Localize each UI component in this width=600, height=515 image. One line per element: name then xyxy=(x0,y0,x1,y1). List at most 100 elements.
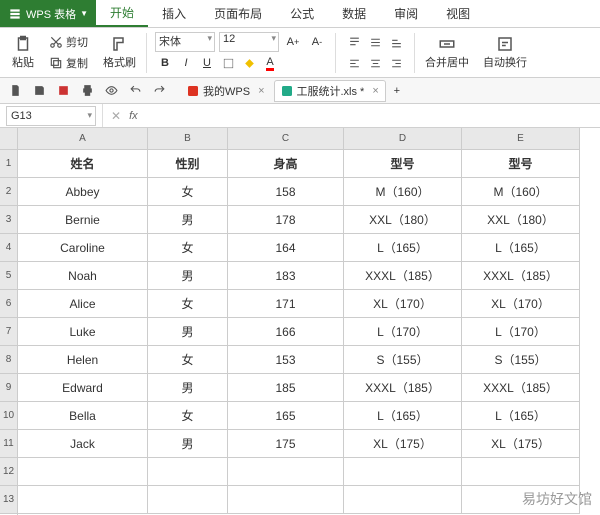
cell[interactable]: 女 xyxy=(148,178,228,206)
cell[interactable]: 姓名 xyxy=(18,150,148,178)
doc-tab-wps-home[interactable]: 我的WPS × xyxy=(180,80,272,102)
cell[interactable]: 153 xyxy=(228,346,344,374)
cell[interactable]: 男 xyxy=(148,206,228,234)
tab-data[interactable]: 数据 xyxy=(328,0,380,27)
doc-tab-workbook[interactable]: 工服统计.xls * × xyxy=(274,80,386,102)
cell[interactable]: S（155） xyxy=(344,346,462,374)
cell[interactable]: Bella xyxy=(18,402,148,430)
row-header[interactable]: 9 xyxy=(0,374,17,402)
cell[interactable]: L（165） xyxy=(344,402,462,430)
cell[interactable]: XL（175） xyxy=(462,430,580,458)
col-header-b[interactable]: B xyxy=(148,128,228,150)
cell[interactable]: S（155） xyxy=(462,346,580,374)
cell[interactable]: M（160） xyxy=(344,178,462,206)
cell[interactable]: XXXL（185） xyxy=(344,262,462,290)
cell[interactable]: XL（170） xyxy=(462,290,580,318)
row-header[interactable]: 6 xyxy=(0,290,17,318)
tab-insert[interactable]: 插入 xyxy=(148,0,200,27)
cell[interactable]: 178 xyxy=(228,206,344,234)
cell[interactable]: 女 xyxy=(148,234,228,262)
cell[interactable]: Helen xyxy=(18,346,148,374)
row-header[interactable]: 3 xyxy=(0,206,17,234)
cell[interactable]: Luke xyxy=(18,318,148,346)
row-header[interactable]: 5 xyxy=(0,262,17,290)
preview-button[interactable] xyxy=(102,82,120,100)
cell[interactable]: XXL（180） xyxy=(462,206,580,234)
cell[interactable]: 男 xyxy=(148,262,228,290)
align-right-button[interactable] xyxy=(386,53,406,73)
cell[interactable]: 171 xyxy=(228,290,344,318)
dropdown-icon[interactable]: ▼ xyxy=(80,9,88,18)
font-size-select[interactable]: 12 xyxy=(219,32,279,52)
cell[interactable]: XXXL（185） xyxy=(462,374,580,402)
new-button[interactable] xyxy=(6,82,24,100)
redo-button[interactable] xyxy=(150,82,168,100)
cell[interactable]: 男 xyxy=(148,430,228,458)
cell[interactable]: 性别 xyxy=(148,150,228,178)
cell[interactable] xyxy=(228,458,344,486)
add-tab-button[interactable]: + xyxy=(388,82,406,100)
close-icon[interactable]: × xyxy=(372,85,378,97)
cell[interactable]: 165 xyxy=(228,402,344,430)
font-color-button[interactable]: A xyxy=(260,53,280,73)
bold-button[interactable]: B xyxy=(155,53,175,73)
cell[interactable]: 183 xyxy=(228,262,344,290)
cell[interactable]: XXXL（185） xyxy=(462,262,580,290)
cell[interactable]: 164 xyxy=(228,234,344,262)
print-button[interactable] xyxy=(78,82,96,100)
cell[interactable]: 185 xyxy=(228,374,344,402)
align-middle-button[interactable] xyxy=(365,32,385,52)
cell[interactable]: 型号 xyxy=(462,150,580,178)
cell[interactable] xyxy=(148,486,228,514)
cell[interactable]: Noah xyxy=(18,262,148,290)
cell[interactable]: Bernie xyxy=(18,206,148,234)
cell[interactable]: Edward xyxy=(18,374,148,402)
row-header[interactable]: 7 xyxy=(0,318,17,346)
font-increase-button[interactable]: A+ xyxy=(283,32,303,52)
border-button[interactable] xyxy=(218,53,238,73)
cell[interactable]: L（165） xyxy=(462,234,580,262)
cell[interactable]: 158 xyxy=(228,178,344,206)
col-header-d[interactable]: D xyxy=(344,128,462,150)
wrap-text-button[interactable]: 自动换行 xyxy=(477,30,533,76)
save-button[interactable] xyxy=(30,82,48,100)
cell[interactable]: L（165） xyxy=(462,402,580,430)
undo-button[interactable] xyxy=(126,82,144,100)
cell[interactable]: XXXL（185） xyxy=(344,374,462,402)
cell[interactable]: 175 xyxy=(228,430,344,458)
select-all-corner[interactable] xyxy=(0,128,17,150)
tab-view[interactable]: 视图 xyxy=(432,0,484,27)
cell[interactable]: L（170） xyxy=(462,318,580,346)
row-header[interactable]: 2 xyxy=(0,178,17,206)
name-box[interactable]: G13 xyxy=(6,106,96,126)
tab-formula[interactable]: 公式 xyxy=(276,0,328,27)
cell[interactable]: M（160） xyxy=(462,178,580,206)
row-header[interactable]: 4 xyxy=(0,234,17,262)
copy-button[interactable]: 复制 xyxy=(46,53,91,73)
cell[interactable]: Alice xyxy=(18,290,148,318)
cell[interactable]: 166 xyxy=(228,318,344,346)
tab-home[interactable]: 开始 xyxy=(96,0,148,27)
cell[interactable]: 身高 xyxy=(228,150,344,178)
tab-review[interactable]: 审阅 xyxy=(380,0,432,27)
font-decrease-button[interactable]: A- xyxy=(307,32,327,52)
cell[interactable]: XXL（180） xyxy=(344,206,462,234)
cell[interactable] xyxy=(228,486,344,514)
align-left-button[interactable] xyxy=(344,53,364,73)
row-header[interactable]: 13 xyxy=(0,486,17,514)
align-center-button[interactable] xyxy=(365,53,385,73)
cell[interactable]: L（170） xyxy=(344,318,462,346)
cell[interactable]: Abbey xyxy=(18,178,148,206)
cell[interactable]: 女 xyxy=(148,402,228,430)
cell[interactable] xyxy=(18,486,148,514)
col-header-e[interactable]: E xyxy=(462,128,580,150)
cell[interactable]: XL（175） xyxy=(344,430,462,458)
cell[interactable]: L（165） xyxy=(344,234,462,262)
cell[interactable] xyxy=(344,458,462,486)
row-header[interactable]: 12 xyxy=(0,458,17,486)
col-header-a[interactable]: A xyxy=(18,128,148,150)
close-icon[interactable]: × xyxy=(258,85,264,97)
merge-center-button[interactable]: 合并居中 xyxy=(419,30,475,76)
paste-button[interactable]: 粘贴 xyxy=(6,30,40,76)
font-family-select[interactable]: 宋体 xyxy=(155,32,215,52)
